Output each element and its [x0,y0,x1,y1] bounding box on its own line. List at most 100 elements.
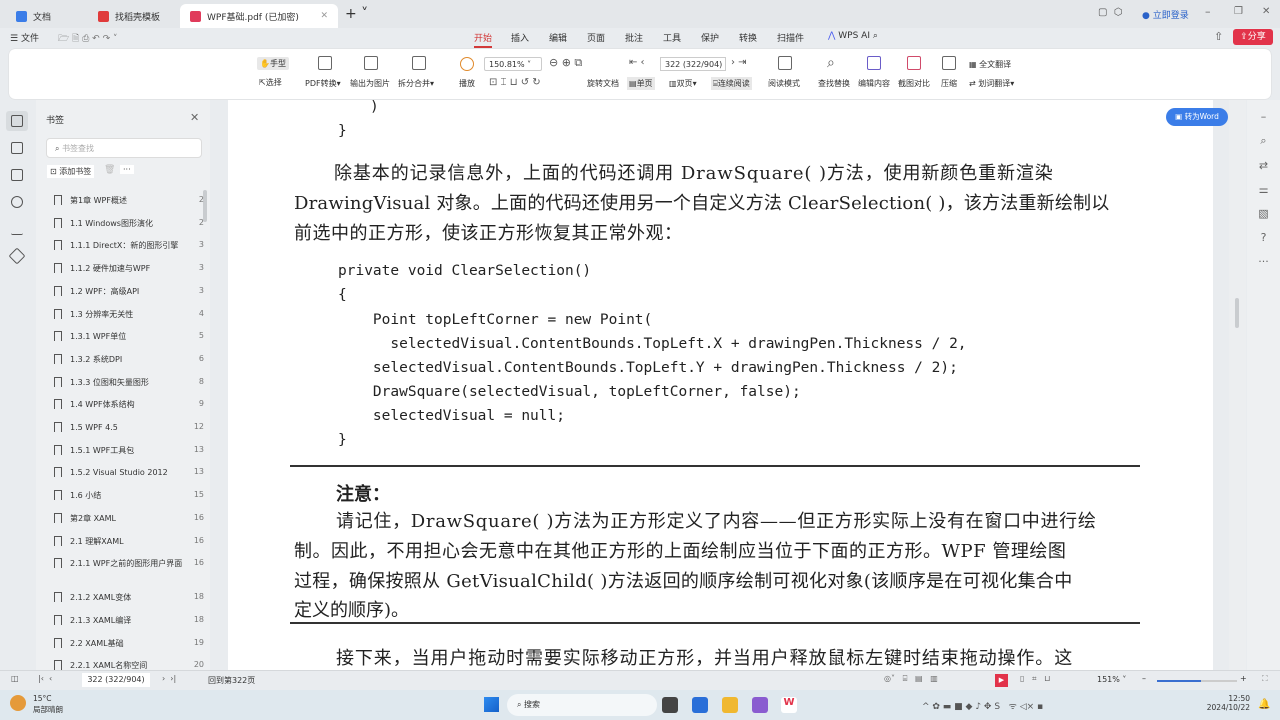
more-icon[interactable]: ··· [1247,255,1280,268]
vertical-scrollbar[interactable] [1229,100,1246,670]
select-tool-button[interactable]: ⇱选择 [259,77,282,88]
bookmark-item[interactable]: 1.3 分辨率无关性 4 [54,308,204,320]
pdf-convert-button[interactable]: PDF转换▾ [305,78,341,89]
maximize-button[interactable]: ❐ [1234,6,1243,17]
bookmark-item[interactable]: 1.4 WPF体系结构 9 [54,399,204,410]
zoom-controls[interactable]: ⊖ ⊕ ⧉ [549,56,582,70]
close-panel-icon[interactable]: ✕ [190,111,199,124]
tab-templates[interactable]: 找稻壳模板 [88,4,176,28]
edit-content-button[interactable]: 编辑内容 [858,78,890,89]
map-search-icon[interactable]: ▧ [1247,207,1280,220]
hand-tool-button[interactable]: ✋手型 [257,57,289,70]
bookmark-item[interactable]: 2.1 理解XAML 16 [54,535,204,547]
menu-annotate[interactable]: 批注 [625,31,643,44]
login-link[interactable]: ● 立即登录 [1142,8,1189,21]
attachment-icon[interactable] [11,196,23,208]
clock[interactable]: 12:50 2024/10/22 [1207,694,1250,712]
bookmark-icon[interactable] [11,115,23,127]
back-to-page-link[interactable]: 回到第322页 [208,675,255,686]
split-merge-button[interactable]: 拆分合并▾ [398,78,434,89]
taskbar-search[interactable]: ⌕ 搜索 [507,694,657,716]
menu-edit[interactable]: 编辑 [549,31,567,44]
menu-tools[interactable]: 工具 [663,31,681,44]
delete-icon[interactable]: 🗑 [104,165,115,175]
more-button[interactable]: ··· [120,165,134,174]
upload-icon[interactable]: ⇧ [1214,30,1223,43]
wps-icon[interactable]: W [781,697,797,713]
taskview-icon[interactable] [662,697,678,713]
page-number-input[interactable]: 322 (322/904) [660,57,726,71]
menu-insert[interactable]: 插入 [511,31,529,44]
menu-scan[interactable]: 扫描件 [777,31,804,44]
wps-ai-button[interactable]: ⋀ WPS AI ⌕ [828,31,878,41]
search-icon[interactable]: ⌕ [873,31,878,41]
layers-icon[interactable] [8,247,26,265]
bookmark-item[interactable]: 1.1.1 DirectX：新的图形引擎 3 [54,240,204,251]
menu-convert[interactable]: 转换 [739,31,757,44]
first-prev-page[interactable]: |‹ ‹ [38,674,52,683]
settings-slider-icon[interactable]: ⚌ [1247,183,1280,196]
bookmark-search-input[interactable]: ⌕ 书签查找 [46,138,202,158]
weather-temp[interactable]: 15°C [33,694,52,703]
toggle-sidebar-icon[interactable]: ◫ [11,674,19,683]
bookmark-item[interactable]: 1.3.1 WPF单位 5 [54,331,204,342]
weather-desc[interactable]: 局部晴朗 [33,704,63,715]
zoom-select[interactable]: 150.81% ˅ [484,57,542,71]
fullscreen-icon[interactable]: ⛶ [1262,674,1268,684]
store-icon[interactable] [692,697,708,713]
bookmark-item[interactable]: 1.6 小结 15 [54,490,204,501]
zoom-out-button[interactable]: – [1142,674,1146,683]
bookmark-item[interactable]: 2.1.1 WPF之前的图形用户界面 16 [54,558,204,569]
bookmark-item[interactable]: 1.5.2 Visual Studio 2012 13 [54,467,204,478]
collapse-icon[interactable]: – [1247,110,1280,123]
zoom-in-button[interactable]: + [1240,674,1247,683]
play-button[interactable]: 播放 [459,78,475,89]
convert-to-word-button[interactable]: ▣ 转为Word [1166,108,1228,126]
translate-icon[interactable]: ⇄ [1247,159,1280,172]
help-icon[interactable]: ? [1247,231,1280,244]
bookmark-item[interactable]: 2.1.3 XAML编译 18 [54,614,204,626]
system-tray[interactable]: ^ ✿ ▬ ■ ◆ ♪ ✥ S ᯤ ◁× ▪ [922,699,1043,712]
bookmark-item[interactable]: 1.2 WPF：高级API 3 [54,285,204,297]
bookmark-item[interactable]: 1.3.2 系统DPI 6 [54,353,204,365]
menu-protect[interactable]: 保护 [701,31,719,44]
play-button[interactable]: ▶ [995,674,1008,687]
notification-icon[interactable]: 🔔 [1258,699,1270,710]
single-page-button[interactable]: ▤单页 [627,77,655,90]
word-translate-button[interactable]: ⇄ 划词翻译▾ [969,78,1014,89]
bookmark-item[interactable]: 1.3.3 位图和矢量图形 8 [54,376,204,388]
comment-icon[interactable] [11,169,23,181]
fit-icons[interactable]: ▯ ⌗ ⊔ [1020,674,1050,684]
explorer-icon[interactable] [722,697,738,713]
close-button[interactable]: ✕ [1262,6,1270,17]
tab-documents[interactable]: 文档 [6,4,84,28]
share-button[interactable]: ⇪分享 [1233,29,1273,45]
compress-button[interactable]: 压缩 [941,78,957,89]
bookmark-item[interactable]: 1.5 WPF 4.5 12 [54,422,204,433]
zoom-slider[interactable] [1157,680,1237,682]
double-page-button[interactable]: ▥双页▾ [669,78,697,89]
bookmark-item[interactable]: 2.1.2 XAML变体 18 [54,592,204,603]
quick-access-icons[interactable]: 🗁 🗎 ⎙ ↶ ↷ ˅ [58,31,117,47]
full-translate-button[interactable]: ▦ 全文翻译 [969,59,1011,70]
signature-icon[interactable] [11,223,23,235]
status-page-input[interactable]: 322 (322/904) [82,673,150,687]
menu-page[interactable]: 页面 [587,31,605,44]
close-tab-icon[interactable]: ✕ [320,11,328,21]
page-nav-next[interactable]: › ⇥ [731,57,747,68]
visual-studio-icon[interactable] [752,697,768,713]
tab-pdf[interactable]: WPF基础.pdf (已加密) ✕ [180,4,338,28]
page-nav-prev[interactable]: ⇤ ‹ [629,57,645,68]
read-mode-button[interactable]: 阅读模式 [768,78,800,89]
rotate-button[interactable]: 旋转文档 [587,78,619,89]
bookmark-item[interactable]: 第2章 XAML 16 [54,512,204,524]
next-last-page[interactable]: › ›| [162,674,176,683]
bookmark-item[interactable]: 第1章 WPF概述 2 [54,195,204,206]
bookmark-item[interactable]: 2.2 XAML基础 19 [54,637,204,649]
search-icon[interactable]: ⌕ [1247,134,1280,148]
export-image-button[interactable]: 输出为图片 [350,78,390,89]
add-bookmark-button[interactable]: ⊡ 添加书签 [47,165,95,178]
continuous-read-button[interactable]: ⌸连续阅读 [711,77,752,90]
menu-start[interactable]: 开始 [474,31,493,48]
bookmark-item[interactable]: 1.5.1 WPF工具包 13 [54,444,204,456]
